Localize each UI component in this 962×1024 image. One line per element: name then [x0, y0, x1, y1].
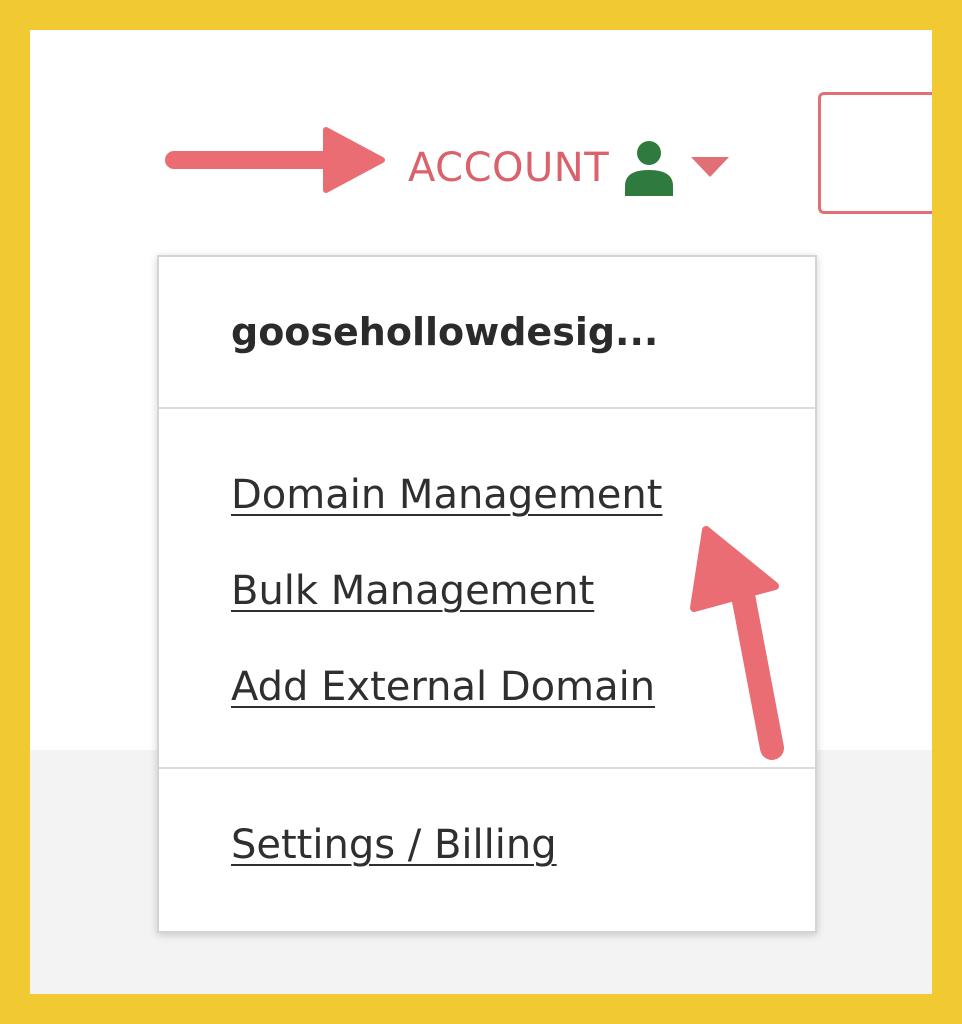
user-icon [623, 140, 675, 196]
account-menu-button[interactable]: ACCOUNT [408, 138, 730, 198]
account-dropdown-menu: goosehollowdesig... Domain Management Bu… [157, 255, 817, 933]
account-username: goosehollowdesig... [231, 310, 659, 354]
page-frame: ACCOUNT goosehollowdesig... Domain Manag… [30, 30, 932, 994]
header-outlined-button[interactable] [818, 92, 932, 214]
dropdown-footer: Settings / Billing [159, 769, 815, 931]
account-label: ACCOUNT [408, 145, 610, 191]
settings-billing-link[interactable]: Settings / Billing [231, 813, 815, 909]
domain-links-section: Domain Management Bulk Management Add Ex… [159, 409, 815, 769]
caret-down-icon [691, 157, 730, 179]
domain-management-link[interactable]: Domain Management [231, 463, 815, 559]
add-external-domain-link[interactable]: Add External Domain [231, 655, 815, 751]
annotation-arrow-right-icon [165, 127, 385, 193]
bulk-management-link[interactable]: Bulk Management [231, 559, 815, 655]
dropdown-header: goosehollowdesig... [159, 257, 815, 409]
